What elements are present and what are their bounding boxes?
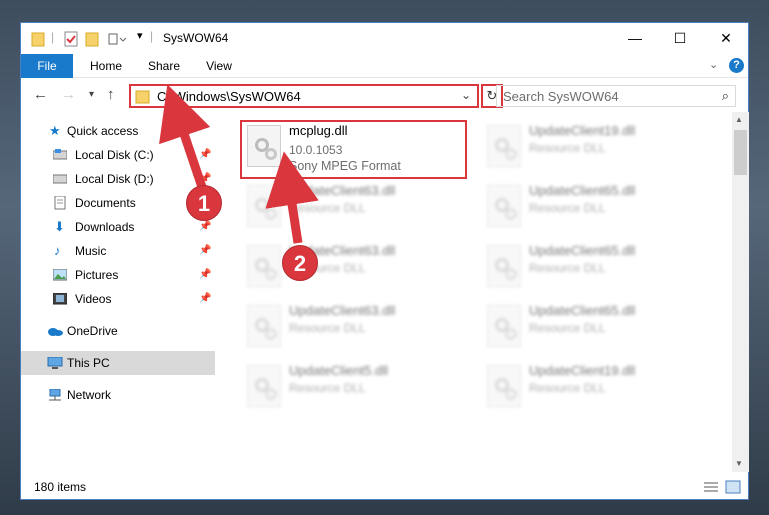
- arrow-1: [159, 84, 211, 192]
- step-badge-1: 1: [186, 185, 222, 221]
- step-badge-2: 2: [282, 245, 318, 281]
- arrow-2: [265, 151, 319, 244]
- annotation-arrows: [159, 84, 319, 244]
